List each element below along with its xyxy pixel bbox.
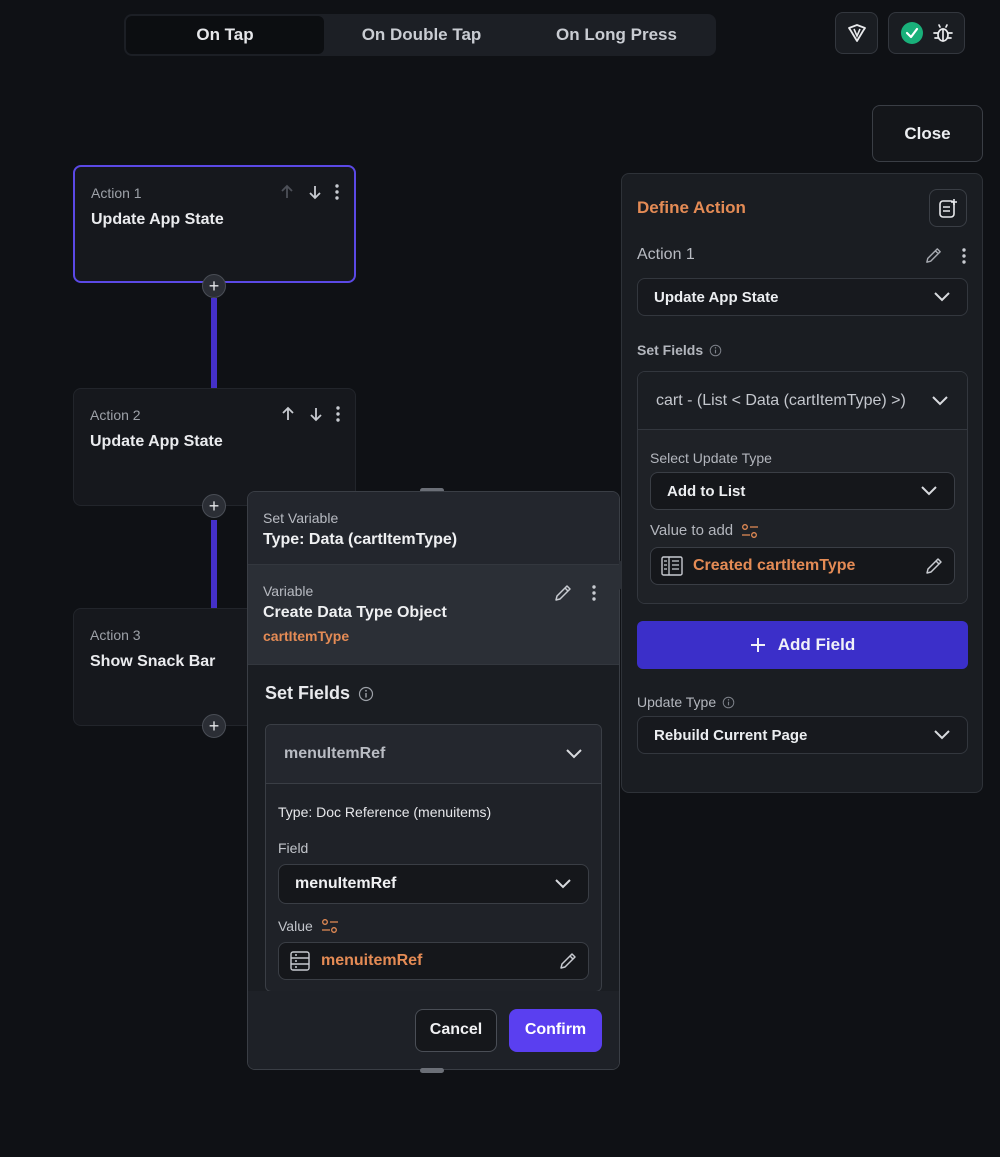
tab-on-long-press[interactable]: On Long Press	[519, 16, 714, 54]
add-field-button[interactable]: Add Field	[637, 621, 968, 669]
field-header[interactable]: menuItemRef	[266, 725, 601, 784]
variable-settings-icon[interactable]	[741, 523, 759, 539]
set-fields-label: Set Fields	[637, 342, 704, 358]
edit-icon[interactable]	[553, 583, 573, 603]
data-type-icon	[661, 556, 683, 576]
field-type: Type: Doc Reference (menuitems)	[278, 804, 492, 820]
cancel-button[interactable]: Cancel	[415, 1008, 497, 1052]
field-card: menuItemRef Type: Doc Reference (menuite…	[265, 724, 602, 992]
action-type-select[interactable]: Update App State	[637, 278, 968, 316]
check-circle-icon	[900, 22, 923, 44]
value-to-add-text: Created cartItemType	[693, 557, 856, 574]
chevron-down-icon	[934, 730, 950, 740]
add-note-button[interactable]	[929, 189, 967, 227]
value-to-add-field[interactable]: Created cartItemType	[650, 547, 955, 585]
arrow-down-icon[interactable]	[307, 405, 325, 423]
edit-icon[interactable]	[924, 246, 943, 265]
drag-handle[interactable]	[420, 1068, 444, 1073]
tab-on-double-tap[interactable]: On Double Tap	[324, 16, 519, 54]
add-field-label: Add Field	[777, 635, 856, 654]
action-type-value: Update App State	[654, 288, 779, 306]
close-button[interactable]: Close	[872, 105, 983, 162]
arrow-up-icon[interactable]	[278, 183, 296, 201]
variable-settings-icon[interactable]	[321, 918, 339, 934]
field-label: Field	[278, 840, 309, 856]
update-type-label: Select Update Type	[650, 450, 772, 466]
variable-type: Type: Data (cartItemType)	[263, 531, 458, 548]
rebuild-value: Rebuild Current Page	[654, 726, 808, 744]
tab-on-tap[interactable]: On Tap	[126, 16, 324, 54]
cart-field-card: cart - (List < Data (cartItemType) >) Se…	[637, 371, 968, 604]
arrow-up-icon[interactable]	[279, 405, 297, 423]
chevron-down-icon	[934, 292, 950, 302]
action-card-1[interactable]: Action 1 Update App State	[73, 165, 356, 283]
value-to-add-label: Value to add	[650, 522, 734, 539]
action-title: Update App State	[91, 211, 224, 228]
info-icon	[358, 686, 374, 701]
agent-icon	[847, 24, 866, 42]
more-vertical-icon[interactable]	[591, 584, 597, 602]
note-add-icon	[939, 199, 957, 218]
action-label: Action 1	[637, 246, 695, 263]
edit-icon[interactable]	[924, 556, 944, 576]
rebuild-select[interactable]: Rebuild Current Page	[637, 716, 968, 754]
field-name: menuItemRef	[284, 745, 386, 762]
cart-field-header[interactable]: cart - (List < Data (cartItemType) >)	[638, 372, 967, 430]
value-text: menuitemRef	[321, 952, 423, 969]
variable-data-type: cartItemType	[263, 628, 350, 644]
update-type2-label: Update Type	[637, 694, 717, 710]
database-icon	[290, 951, 310, 971]
panel-title: Define Action	[637, 198, 746, 217]
chevron-down-icon	[566, 749, 582, 759]
update-type-select[interactable]: Add to List	[650, 472, 955, 510]
more-vertical-icon[interactable]	[334, 183, 340, 201]
value-label: Value	[278, 918, 313, 934]
update-type-value: Add to List	[667, 482, 746, 500]
variable-title: Create Data Type Object	[263, 604, 447, 621]
add-action-button[interactable]: +	[202, 494, 226, 518]
add-action-button[interactable]: +	[202, 274, 226, 298]
bug-icon	[932, 24, 953, 42]
action-card-2[interactable]: Action 2 Update App State	[73, 388, 356, 506]
info-icon	[722, 696, 735, 708]
set-fields-header: Set Fields	[265, 683, 351, 703]
flow-connector	[211, 520, 217, 608]
edit-icon[interactable]	[558, 951, 578, 971]
arrow-down-icon[interactable]	[306, 183, 324, 201]
field-select-value: menuItemRef	[295, 875, 397, 892]
debug-status-button[interactable]	[888, 12, 965, 54]
agent-button[interactable]	[835, 12, 878, 54]
flow-connector	[211, 298, 217, 388]
cart-field-name: cart - (List < Data (cartItemType) >)	[656, 391, 906, 409]
plus-icon	[750, 638, 765, 652]
chevron-down-icon	[932, 395, 948, 405]
set-variable-dialog: Set Variable Type: Data (cartItemType) V…	[247, 491, 620, 1070]
value-field[interactable]: menuitemRef	[278, 942, 589, 980]
action-title: Update App State	[90, 433, 223, 450]
info-icon	[709, 344, 722, 356]
more-vertical-icon[interactable]	[335, 405, 341, 423]
define-action-panel: Define Action Action 1 Update App State …	[621, 173, 983, 793]
more-vertical-icon[interactable]	[961, 247, 967, 265]
field-select[interactable]: menuItemRef	[278, 864, 589, 904]
add-action-button[interactable]: +	[202, 714, 226, 738]
chevron-down-icon	[555, 879, 571, 889]
set-variable-label: Set Variable	[263, 510, 339, 526]
trigger-tabs: On Tap On Double Tap On Long Press	[124, 14, 716, 56]
chevron-down-icon	[921, 486, 937, 496]
confirm-button[interactable]: Confirm	[509, 1008, 602, 1052]
